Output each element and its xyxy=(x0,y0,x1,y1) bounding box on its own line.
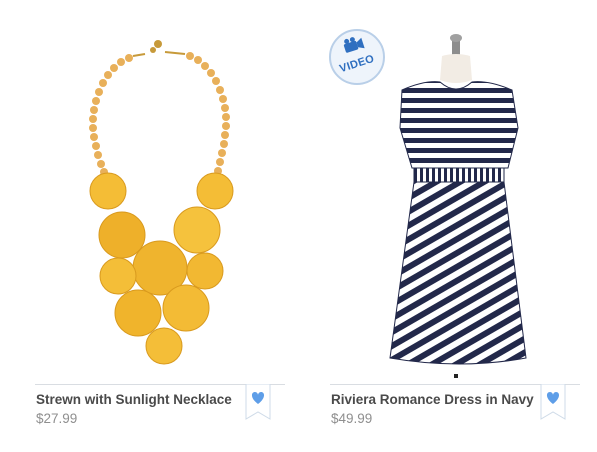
dress-bodice xyxy=(399,81,519,169)
wishlist-heart-icon[interactable] xyxy=(540,384,566,420)
product-grid: Strewn with Sunlight Necklace $27.99 VID… xyxy=(0,0,597,452)
dress-waistband xyxy=(413,167,505,183)
product-price: $49.99 xyxy=(331,411,373,426)
dress-skirt xyxy=(389,181,527,365)
product-name[interactable]: Strewn with Sunlight Necklace xyxy=(36,392,232,407)
product-name[interactable]: Riviera Romance Dress in Navy xyxy=(331,392,534,407)
video-badge[interactable]: VIDEO xyxy=(328,28,386,86)
product-card-necklace[interactable]: Strewn with Sunlight Necklace $27.99 xyxy=(35,0,285,452)
product-card-dress[interactable]: VIDEO Riviera Romance Dress in Navy $49.… xyxy=(328,0,580,452)
product-price: $27.99 xyxy=(36,411,78,426)
disc-pendants xyxy=(89,172,234,365)
necklace-image[interactable] xyxy=(35,18,285,378)
bead-strand xyxy=(89,52,230,176)
wishlist-heart-icon[interactable] xyxy=(245,384,271,420)
necklace-chain xyxy=(132,40,186,57)
